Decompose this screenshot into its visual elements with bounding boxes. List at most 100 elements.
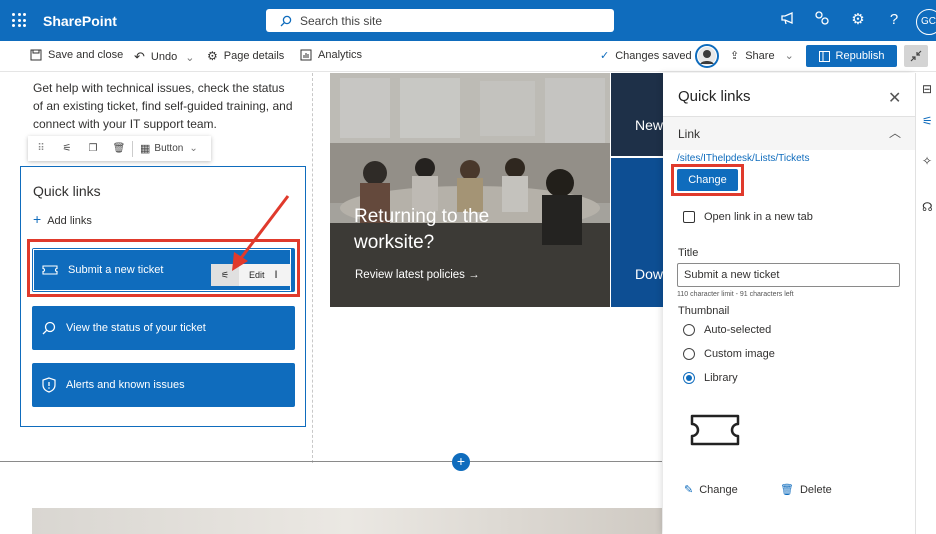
analytics-icon — [300, 49, 312, 61]
plus-icon: + — [33, 211, 42, 227]
radio-label[interactable]: Auto-selected — [704, 324, 771, 336]
app-launcher-icon[interactable] — [12, 13, 26, 27]
share-network-icon[interactable] — [812, 10, 832, 30]
delete-thumbnail-button[interactable]: 🗑 Delete — [780, 483, 832, 497]
republish-button[interactable]: Republish — [806, 45, 897, 67]
tile-text: Dow — [635, 266, 663, 282]
radio-custom-image[interactable] — [683, 348, 695, 360]
quick-link-label: Alerts and known issues — [66, 379, 185, 391]
help-icon[interactable]: ? — [884, 10, 904, 30]
share-icon: ⇪ — [730, 50, 740, 62]
chevron-down-icon: ⌄ — [784, 50, 794, 62]
chevron-down-icon[interactable]: ⌄ — [185, 51, 194, 64]
hero-link[interactable]: Review latest policies → — [355, 269, 480, 281]
chevron-down-icon[interactable]: ⌄ — [189, 143, 197, 154]
radio-library[interactable] — [683, 372, 695, 384]
undo-label: Undo — [150, 51, 178, 63]
title-input[interactable]: Submit a new ticket — [677, 263, 900, 287]
quick-link-alerts[interactable]: Alerts and known issues — [32, 363, 295, 407]
hero-title[interactable]: Returning to the worksite? — [354, 204, 554, 256]
add-links-button[interactable]: + Add links — [33, 211, 92, 227]
quick-links-title[interactable]: Quick links — [33, 183, 101, 199]
trash-icon: 🗑 — [780, 484, 794, 496]
gear-icon: ⚙ — [207, 49, 218, 63]
edit-properties-icon[interactable]: ⚟ — [54, 143, 80, 154]
undo-button[interactable]: ↶ Undo ⌄ — [134, 49, 194, 65]
republish-icon — [818, 50, 830, 62]
undo-icon: ↶ — [134, 49, 145, 64]
edit-link-chip[interactable]: ⚟ Edit I — [211, 264, 291, 286]
share-label: Share — [745, 49, 775, 62]
properties-icon[interactable]: ⚟ — [922, 114, 933, 128]
tile-text: New — [635, 117, 663, 133]
char-limit-text: 110 character limit - 91 characters left — [677, 291, 794, 298]
layout-button-label[interactable]: Button — [154, 143, 183, 154]
toolbar-divider — [132, 140, 133, 157]
side-rail — [915, 73, 936, 534]
radio-auto-selected[interactable] — [683, 324, 695, 336]
collapse-icon[interactable] — [904, 45, 928, 67]
link-section-header[interactable] — [663, 116, 915, 150]
hero-tile-3[interactable]: Dow — [611, 158, 663, 307]
chevron-up-icon[interactable]: ︿ — [889, 124, 901, 141]
change-thumbnail-button[interactable]: ✎ Change — [684, 483, 738, 497]
thumbnail-label: Thumbnail — [678, 305, 730, 317]
save-and-close-label: Save and close — [48, 49, 124, 61]
layout-grid-icon[interactable]: ▦ — [140, 142, 150, 155]
user-avatar[interactable]: GC — [916, 9, 936, 35]
pencil-icon: ✎ — [684, 484, 694, 496]
search-box[interactable]: Search this site — [266, 9, 614, 32]
add-links-label: Add links — [47, 215, 92, 227]
user-photo-avatar[interactable] — [695, 44, 719, 68]
close-icon[interactable]: ✕ — [888, 88, 901, 108]
section-image — [32, 508, 662, 534]
share-button[interactable]: ⇪ Share ⌄ — [730, 49, 794, 63]
page-details-label: Page details — [223, 50, 285, 62]
link-url: /sites/IThelpdesk/Lists/Tickets — [677, 153, 810, 164]
change-label: Change — [699, 483, 738, 496]
new-tab-checkbox[interactable] — [683, 211, 695, 223]
megaphone-icon[interactable] — [778, 10, 798, 30]
save-status-label: Changes saved — [615, 49, 692, 62]
radio-label[interactable]: Custom image — [704, 348, 775, 360]
checkmark-icon: ✓ — [600, 50, 610, 62]
toolbox-icon[interactable]: ⊟ — [922, 82, 932, 96]
settings-gear-icon[interactable]: ⚙ — [848, 10, 868, 30]
cursor-icon: I — [274, 269, 278, 281]
panel-title: Quick links — [678, 88, 751, 105]
page-details-button[interactable]: ⚙ Page details — [207, 49, 284, 63]
republish-label: Republish — [835, 50, 885, 62]
link-section-label[interactable]: Link — [678, 127, 700, 141]
save-status: ✓ Changes saved — [600, 49, 692, 63]
shield-alert-icon — [42, 377, 56, 393]
command-bar: Save and close ↶ Undo ⌄ ⚙ Page details A… — [0, 41, 936, 72]
add-section-button[interactable]: + — [452, 453, 470, 471]
radio-label[interactable]: Library — [704, 372, 738, 384]
section-divider — [0, 461, 662, 462]
delete-icon[interactable]: 🗑 — [106, 143, 132, 154]
search-icon — [280, 15, 292, 26]
suite-header: SharePoint Search this site ⚙ ? GC — [0, 0, 936, 41]
quick-link-view-status[interactable]: View the status of your ticket — [32, 306, 295, 350]
save-and-close-button[interactable]: Save and close — [30, 49, 123, 61]
hero-tile-2[interactable]: New — [611, 73, 663, 156]
new-tab-label[interactable]: Open link in a new tab — [704, 211, 813, 223]
analytics-button[interactable]: Analytics — [300, 49, 362, 61]
app-name[interactable]: SharePoint — [43, 13, 117, 29]
drag-handle-icon[interactable]: ⠿ — [28, 143, 54, 154]
duplicate-icon[interactable]: ❐ — [80, 143, 106, 154]
people-icon[interactable]: ☊ — [922, 200, 933, 214]
search-icon — [42, 321, 56, 335]
ticket-icon — [690, 414, 740, 446]
change-link-button[interactable]: Change — [677, 169, 738, 191]
intro-text: Get help with technical issues, check th… — [33, 81, 293, 131]
analytics-label: Analytics — [318, 49, 363, 61]
sliders-icon[interactable]: ⚟ — [211, 264, 239, 286]
edit-label[interactable]: Edit — [249, 270, 265, 280]
search-placeholder: Search this site — [300, 13, 383, 28]
save-icon — [30, 49, 42, 61]
column-divider — [312, 73, 313, 463]
delete-label: Delete — [799, 483, 832, 496]
quick-link-label: View the status of your ticket — [66, 322, 206, 334]
design-ideas-icon[interactable]: ✧ — [922, 154, 932, 168]
